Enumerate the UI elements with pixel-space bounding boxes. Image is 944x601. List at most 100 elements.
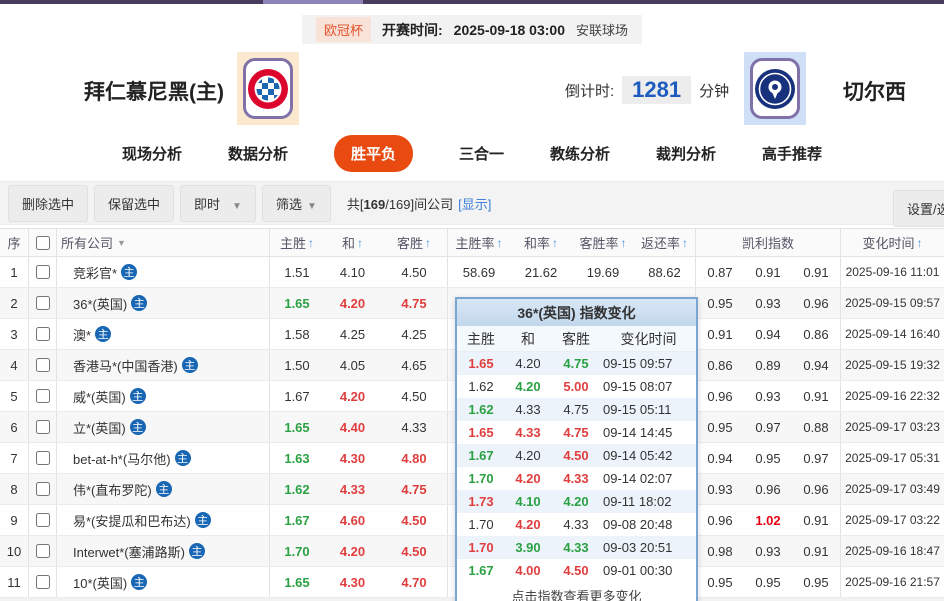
tab-3[interactable]: 胜平负	[333, 134, 413, 172]
odds-cell[interactable]: 4.80	[381, 443, 448, 473]
home-team-name: 拜仁慕尼黑(主)	[84, 81, 224, 104]
company-name: 澳*	[73, 327, 92, 343]
odds-cell[interactable]: 4.20	[324, 288, 381, 318]
keep-selected-button[interactable]: 保留选中	[94, 184, 175, 222]
odds-cell[interactable]: 4.75	[381, 474, 448, 504]
odds-cell[interactable]: 4.25	[324, 319, 381, 349]
odds-cell[interactable]: 4.33	[324, 474, 381, 504]
row-checkbox-cell	[29, 536, 57, 566]
tab-1[interactable]: 现场分析	[122, 143, 182, 164]
header-away-win[interactable]: 客胜 ↑	[381, 229, 448, 256]
tab-4[interactable]: 三合一	[459, 143, 504, 164]
company-cell: 香港马*(中国香港) 主	[57, 350, 270, 380]
odds-cell[interactable]: 1.65	[270, 412, 324, 442]
row-checkbox[interactable]	[35, 420, 50, 434]
odds-cell[interactable]: 4.25	[381, 319, 448, 349]
row-checkbox[interactable]	[35, 451, 50, 465]
odds-cell[interactable]: 4.40	[324, 412, 381, 442]
odds-cell[interactable]: 4.20	[324, 536, 381, 566]
row-checkbox[interactable]	[35, 358, 50, 372]
odds-cell[interactable]: 4.70	[381, 567, 448, 597]
row-checkbox-cell	[29, 443, 57, 473]
chevron-down-icon: ▼	[117, 237, 126, 248]
kelly-cell: 0.95	[792, 567, 841, 597]
kelly-cell: 0.97	[755, 419, 781, 435]
sort-asc-icon: ↑	[682, 235, 688, 250]
popup-header-home: 主胜	[467, 330, 495, 347]
header-draw[interactable]: 和 ↑	[324, 229, 381, 256]
row-checkbox[interactable]	[35, 513, 50, 527]
row-checkbox[interactable]	[35, 265, 50, 279]
row-checkbox[interactable]	[35, 544, 50, 558]
header-checkbox-cell	[29, 229, 57, 256]
odds-cell[interactable]: 4.50	[381, 381, 448, 411]
tab-7[interactable]: 高手推荐	[762, 143, 822, 164]
kelly-cell: 0.97	[792, 443, 841, 473]
tab-6[interactable]: 裁判分析	[656, 143, 716, 164]
popup-time-cell: 09-14 05:42	[603, 448, 673, 463]
odds-cell[interactable]: 1.65	[270, 288, 324, 318]
scrollbar-thumb[interactable]	[263, 0, 363, 4]
odds-cell[interactable]: 4.20	[324, 381, 381, 411]
header-draw-rate[interactable]: 和率 ↑	[510, 229, 572, 256]
odds-cell[interactable]: 4.60	[324, 505, 381, 535]
kelly-cell: 0.93	[755, 388, 781, 404]
row-seq: 4	[0, 350, 29, 380]
filter-dropdown[interactable]: 筛选 ▼	[261, 184, 331, 222]
header-home-win[interactable]: 主胜 ↑	[270, 229, 324, 256]
settings-select-button[interactable]: 设置/选择	[893, 190, 944, 227]
odds-cell[interactable]: 4.30	[324, 567, 381, 597]
popup-row: 1.62 4.33 4.75 09-15 05:11	[457, 398, 696, 421]
popup-odds-cell: 4.33	[563, 471, 589, 486]
tab-2[interactable]: 数据分析	[228, 143, 288, 164]
odds-cell[interactable]: 4.65	[381, 350, 448, 380]
odds-cell[interactable]: 4.10	[324, 257, 381, 287]
delete-selected-button[interactable]: 删除选中	[8, 184, 89, 222]
popup-header-away: 客胜	[562, 330, 590, 347]
countdown-label: 倒计时:	[565, 82, 615, 100]
tab-5[interactable]: 教练分析	[550, 143, 610, 164]
row-checkbox-cell	[29, 474, 57, 504]
odds-cell[interactable]: 4.33	[381, 412, 448, 442]
odds-cell[interactable]: 1.65	[270, 567, 324, 597]
live-odds-dropdown[interactable]: 即时 ▼	[180, 184, 256, 222]
odds-cell[interactable]: 1.67	[270, 505, 324, 535]
header-change-time[interactable]: 变化时间 ↑	[841, 229, 944, 256]
odds-cell[interactable]: 1.50	[270, 350, 324, 380]
show-link[interactable]: [显示]	[458, 197, 491, 212]
company-name: 36*(英国)	[73, 296, 128, 312]
odds-cell[interactable]: 1.62	[270, 474, 324, 504]
kelly-cell: 0.93	[755, 543, 781, 559]
odds-cell[interactable]: 1.58	[270, 319, 324, 349]
row-checkbox[interactable]	[35, 575, 50, 589]
odds-cell[interactable]: 4.50	[381, 257, 448, 287]
odds-cell[interactable]: 1.67	[270, 381, 324, 411]
row-checkbox-cell	[29, 350, 57, 380]
odds-cell[interactable]: 4.75	[381, 288, 448, 318]
popup-odds-cell: 4.33	[563, 517, 589, 532]
home-company-badge: 主	[131, 574, 148, 590]
change-time-cell: 2025-09-17 03:49	[845, 482, 940, 496]
home-company-badge: 主	[181, 357, 198, 373]
odds-cell[interactable]: 1.51	[270, 257, 324, 287]
header-company[interactable]: 所有公司 ▼	[57, 229, 270, 256]
header-home-rate[interactable]: 主胜率 ↑	[448, 229, 510, 256]
header-away-rate[interactable]: 客胜率 ↑	[572, 229, 634, 256]
row-checkbox[interactable]	[35, 296, 50, 310]
odds-cell[interactable]: 4.30	[324, 443, 381, 473]
odds-cell[interactable]: 4.50	[381, 536, 448, 566]
kelly-cell: 0.98	[707, 543, 733, 559]
odds-cell[interactable]: 4.50	[381, 505, 448, 535]
popup-odds-cell: 4.33	[563, 540, 589, 555]
row-checkbox[interactable]	[35, 482, 50, 496]
select-all-checkbox[interactable]	[35, 235, 50, 250]
odds-cell[interactable]: 1.63	[270, 443, 324, 473]
popup-odds-cell: 1.62	[468, 402, 494, 417]
row-checkbox[interactable]	[35, 327, 50, 341]
odds-cell[interactable]: 4.05	[324, 350, 381, 380]
row-checkbox[interactable]	[35, 389, 50, 403]
odds-cell[interactable]: 1.70	[270, 536, 324, 566]
countdown: 倒计时: 1281 分钟	[565, 76, 729, 104]
header-return-rate[interactable]: 返还率 ↑	[634, 229, 696, 256]
chevron-down-icon: ▼	[232, 200, 242, 212]
